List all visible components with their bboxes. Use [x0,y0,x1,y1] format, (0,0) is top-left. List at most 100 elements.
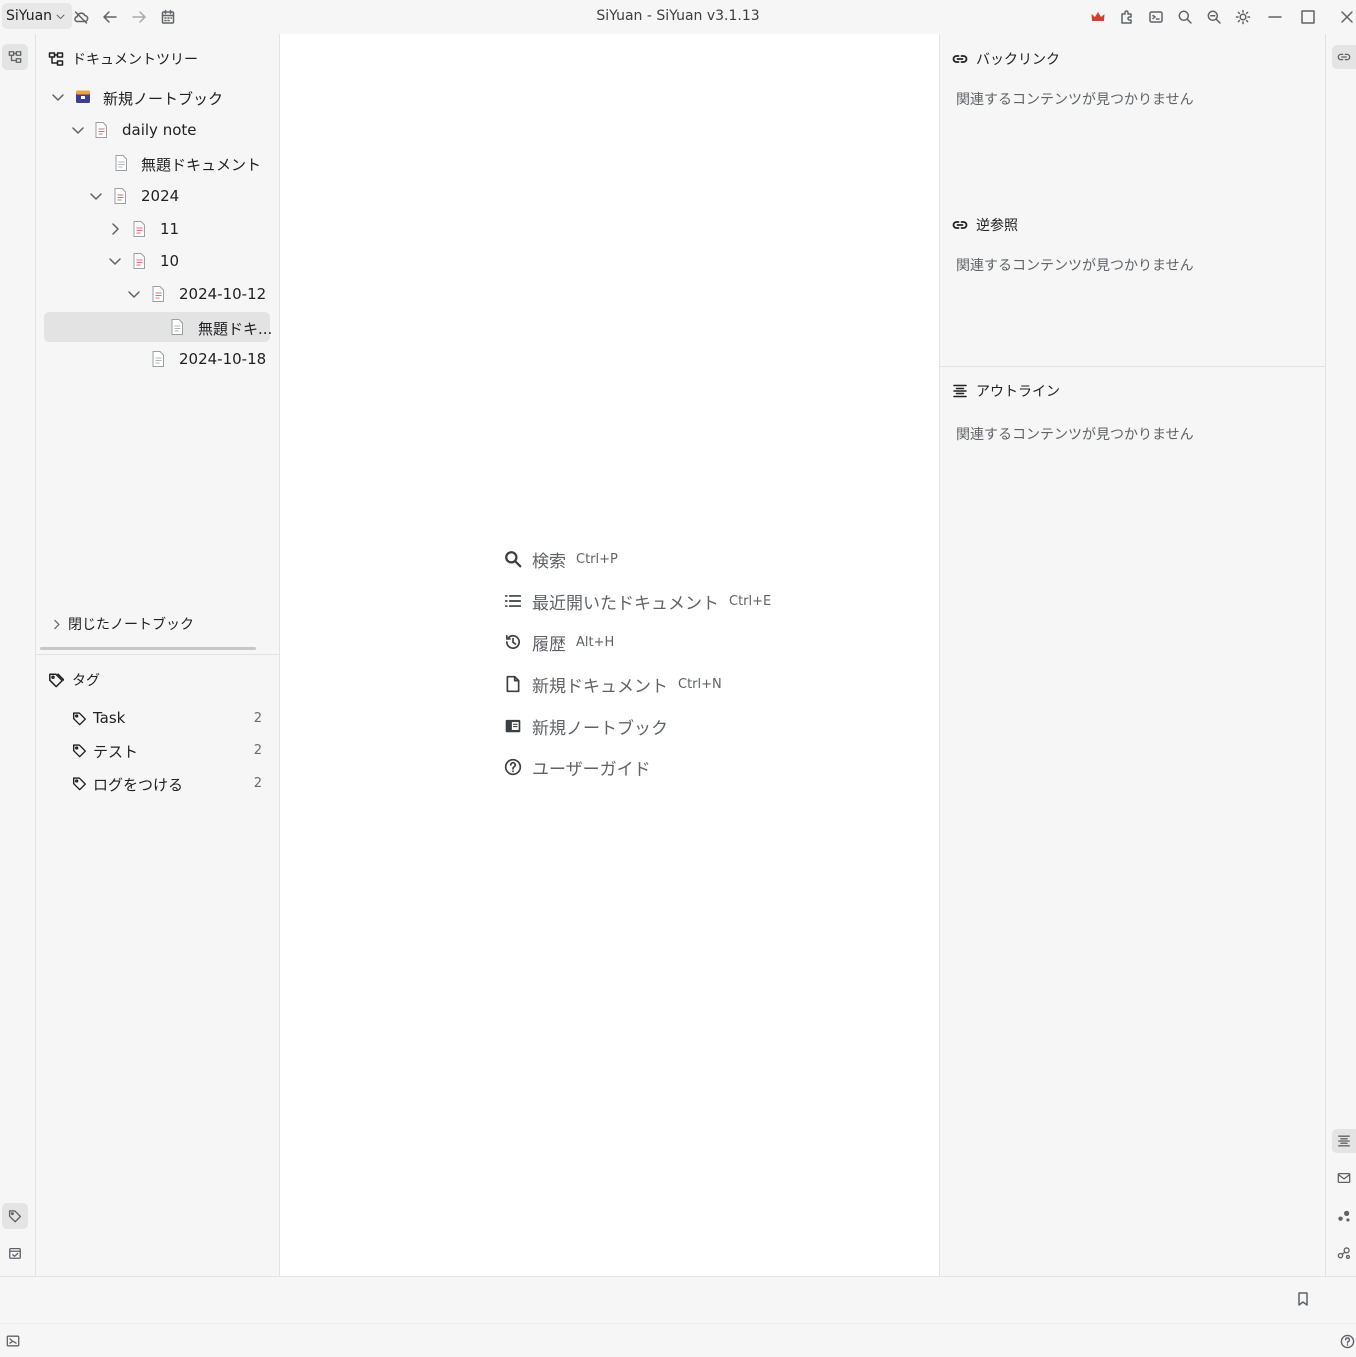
closed-notebooks-toggle[interactable]: 閉じたノートブック [50,614,194,634]
link-icon [952,221,968,229]
calendar-dock-button[interactable] [2,1240,28,1266]
tree-item-doc-selected[interactable]: 無題ドキ... [44,312,272,342]
tree-item-label: daily note [122,121,197,139]
bookmark-button[interactable] [1295,1291,1311,1307]
panel-divider [36,654,279,655]
tag-item[interactable]: ログをつける 2 [72,770,262,798]
outline-dock-button[interactable] [1332,1129,1356,1153]
back-button[interactable] [99,6,121,28]
inbox-dock-button[interactable] [1332,1166,1356,1190]
daily-note-button[interactable] [157,6,179,28]
tree-item-doc[interactable]: 10 [44,246,270,276]
tag-item[interactable]: テスト 2 [72,737,262,765]
zoom-icon [1207,10,1221,24]
tree-item-doc[interactable]: 無題ドキュメント [44,148,270,178]
calendar-check-icon [9,1247,21,1259]
backmentions-empty-message: 関連するコンテンツが見つかりません [956,258,1194,274]
workspace-menu-button[interactable]: SiYuan [2,3,73,29]
chevron-down-icon[interactable] [107,253,123,269]
chevron-right-icon[interactable] [107,221,123,237]
theme-toggle-button[interactable] [1232,6,1254,28]
document-icon [114,188,126,204]
tree-item-doc[interactable]: 2024-10-18 [44,344,270,374]
tag-icon [8,1210,22,1223]
empty-history-action[interactable]: 履歴 Alt+H [504,629,614,655]
file-tree-dock-button[interactable] [2,44,28,70]
theme-sun-icon [1235,9,1251,25]
document-icon [95,122,107,138]
file-tree-icon [48,52,64,66]
tag-count: 2 [253,776,262,791]
tree-item-notebook[interactable]: 新規ノートブック [44,82,270,112]
workspace-label: SiYuan [6,8,53,24]
editor-area: 検索 Ctrl+P 最近開いたドキュメント Ctrl+E 履歴 Alt+H 新規… [280,34,940,1276]
action-label: 履歴 [532,634,566,655]
outline-icon [1338,1135,1350,1147]
action-label: 最近開いたドキュメント [532,593,719,614]
left-dock [0,34,36,1276]
help-button[interactable] [1340,1334,1355,1349]
tag-item[interactable]: Task 2 [72,705,262,733]
tag-dock-button[interactable] [2,1203,28,1229]
zoom-button[interactable] [1203,6,1225,28]
close-window-button[interactable] [1336,6,1356,28]
fullscreen-icon [6,1335,20,1347]
command-icon [1149,11,1163,23]
crown-icon [1091,12,1105,21]
maximize-icon [1301,10,1315,24]
minimize-icon [1268,16,1282,18]
tree-item-label: 2024 [141,187,180,205]
outline-empty-message: 関連するコンテンツが見つかりません [956,427,1194,443]
graph-icon [1338,1210,1350,1222]
document-icon [115,155,127,171]
chevron-down-icon[interactable] [70,122,86,138]
sync-button[interactable] [70,6,92,28]
tag-label: ログをつける [93,776,184,794]
file-tree-title: ドキュメントツリー [72,52,198,68]
document-icon [171,319,183,335]
tag-icon [72,712,87,726]
file-tree-header: ドキュメントツリー [48,49,198,69]
maximize-button[interactable] [1297,6,1319,28]
outline-title: アウトライン [976,384,1060,400]
tree-item-doc[interactable]: 11 [44,214,270,244]
global-graph-dock-button[interactable] [1332,1241,1356,1265]
left-panel: ドキュメントツリー 新規ノートブック daily note 無題ドキュメント 2… [36,34,280,1276]
document-icon [152,286,164,302]
closed-notebooks-label: 閉じたノートブック [68,617,194,633]
backmentions-title: 逆参照 [976,218,1018,234]
empty-user-guide-action[interactable]: ユーザーガイド [504,754,651,780]
command-panel-button[interactable] [1145,6,1167,28]
file-tree-icon [8,51,22,63]
tree-item-doc[interactable]: 2024-10-12 [44,279,270,309]
search-button[interactable] [1174,6,1196,28]
tree-item-doc[interactable]: 2024 [44,181,270,211]
chevron-down-icon[interactable] [126,286,142,302]
bottom-bar [0,1276,1356,1323]
empty-new-notebook-action[interactable]: 新規ノートブック [504,713,668,739]
backlink-icon [1337,53,1351,61]
backlink-dock-button[interactable] [1332,45,1356,69]
tree-item-doc[interactable]: daily note [44,115,270,145]
fullscreen-button[interactable] [6,1334,20,1348]
right-panel: バックリンク 関連するコンテンツが見つかりません 逆参照 関連するコンテンツが見… [940,34,1326,1276]
outline-icon [953,384,967,398]
panel-resize-handle[interactable] [40,647,256,650]
chevron-down-icon[interactable] [88,188,104,204]
forward-button[interactable] [128,6,150,28]
plugin-button[interactable] [1116,6,1138,28]
empty-search-action[interactable]: 検索 Ctrl+P [504,546,618,572]
action-shortcut: Ctrl+E [729,593,772,609]
calendar-icon [161,9,175,24]
minimize-button[interactable] [1264,6,1286,28]
vip-button[interactable] [1087,6,1109,28]
history-icon [505,634,521,649]
tag-icon [49,673,64,688]
list-icon [504,595,522,607]
chevron-down-icon[interactable] [50,89,66,105]
empty-new-doc-action[interactable]: 新規ドキュメント Ctrl+N [504,671,722,697]
graph-dock-button[interactable] [1332,1204,1356,1228]
empty-recent-docs-action[interactable]: 最近開いたドキュメント Ctrl+E [504,588,771,614]
tree-item-label: 11 [160,220,180,238]
action-label: 検索 [532,551,566,572]
